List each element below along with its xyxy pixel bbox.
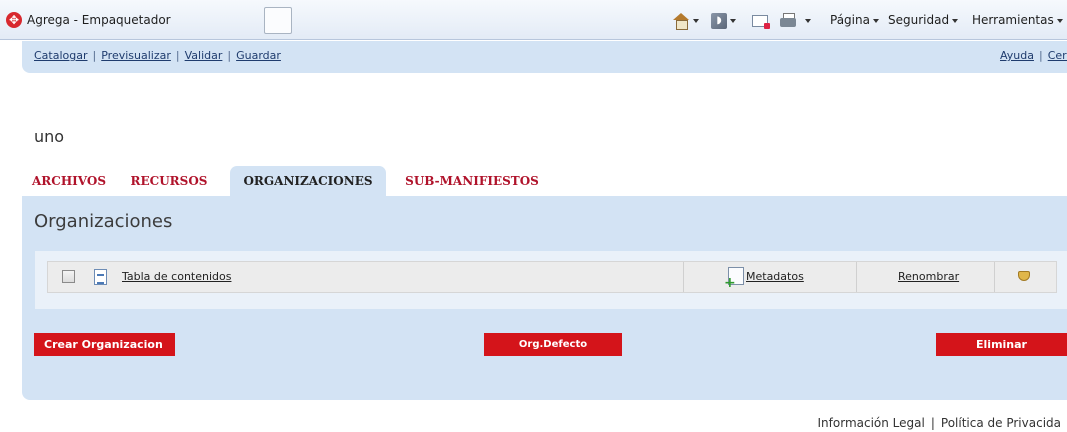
catalog-link[interactable]: Catalogar	[34, 49, 88, 62]
print-button[interactable]	[779, 10, 811, 30]
chevron-down-icon	[952, 18, 959, 23]
chevron-down-icon	[872, 18, 879, 23]
tab-recursos[interactable]: RECURSOS	[126, 166, 212, 196]
new-tab-button[interactable]	[264, 7, 292, 34]
help-link[interactable]: Ayuda	[1000, 49, 1034, 62]
home-icon	[672, 12, 690, 30]
brush-icon[interactable]	[1018, 271, 1030, 281]
create-organization-button[interactable]: Crear Organizacion	[34, 333, 175, 356]
footer: Información Legal | Política de Privacida	[817, 416, 1061, 430]
tools-menu[interactable]: Herramientas	[972, 10, 1063, 30]
chevron-down-icon	[805, 18, 811, 23]
tools-menu-label: Herramientas	[972, 13, 1054, 27]
page-menu-label: Página	[830, 13, 870, 27]
row-checkbox[interactable]	[62, 270, 75, 283]
help-menu: Ayuda|Cerr	[1000, 49, 1067, 62]
print-icon	[779, 12, 797, 29]
mail-button[interactable]	[752, 10, 770, 30]
browser-window: ✥ Agrega - Empaquetador ◗ Página Segurid…	[0, 0, 1067, 432]
default-organization-button[interactable]: Org.Defecto	[484, 333, 622, 356]
save-link[interactable]: Guardar	[236, 49, 281, 62]
metadata-link[interactable]: Metadatos	[746, 270, 804, 283]
chevron-down-icon	[1056, 18, 1063, 23]
organization-name-link[interactable]: Tabla de contenidos	[122, 270, 231, 283]
organizations-panel: Organizaciones Tabla de contenidos Metad…	[22, 196, 1067, 400]
rename-link[interactable]: Renombrar	[898, 270, 959, 283]
tab-organizaciones[interactable]: ORGANIZACIONES	[230, 166, 386, 196]
safety-menu-label: Seguridad	[888, 13, 950, 27]
action-menu: Catalogar | Previsualizar | Validar | Guardar	[34, 49, 281, 62]
chevron-down-icon	[693, 18, 699, 23]
organizations-list: Tabla de contenidos Metadatos Renombrar	[35, 251, 1067, 309]
browser-command-bar: ✥ Agrega - Empaquetador ◗ Página Segurid…	[0, 0, 1067, 40]
mail-icon	[752, 14, 770, 29]
rss-icon: ◗	[711, 12, 727, 29]
panel-title: Organizaciones	[34, 211, 173, 232]
page-menu[interactable]: Página	[830, 10, 879, 30]
safety-menu[interactable]: Seguridad	[888, 10, 959, 30]
table-row: Tabla de contenidos Metadatos Renombrar	[47, 261, 1057, 293]
chevron-down-icon	[730, 18, 736, 23]
legal-info-link[interactable]: Información Legal	[818, 416, 925, 430]
validate-link[interactable]: Validar	[185, 49, 223, 62]
preview-link[interactable]: Previsualizar	[101, 49, 171, 62]
package-title: uno	[34, 127, 65, 146]
tab-sub-manifiestos[interactable]: SUB-MANIFIESTOS	[396, 166, 548, 196]
home-button[interactable]	[672, 10, 699, 30]
tab-archivos[interactable]: ARCHIVOS	[26, 166, 112, 196]
feeds-button[interactable]: ◗	[711, 10, 736, 30]
delete-button[interactable]: Eliminar	[936, 333, 1067, 356]
agrega-logo-icon: ✥	[6, 12, 22, 28]
privacy-policy-link[interactable]: Política de Privacida	[941, 416, 1061, 430]
browser-tab-title[interactable]: Agrega - Empaquetador	[27, 13, 171, 27]
app-toolbar: Catalogar | Previsualizar | Validar | Guardar …	[22, 41, 1067, 73]
add-metadata-icon	[724, 267, 744, 291]
close-link[interactable]: Cerr	[1048, 49, 1067, 62]
document-icon	[94, 269, 107, 285]
